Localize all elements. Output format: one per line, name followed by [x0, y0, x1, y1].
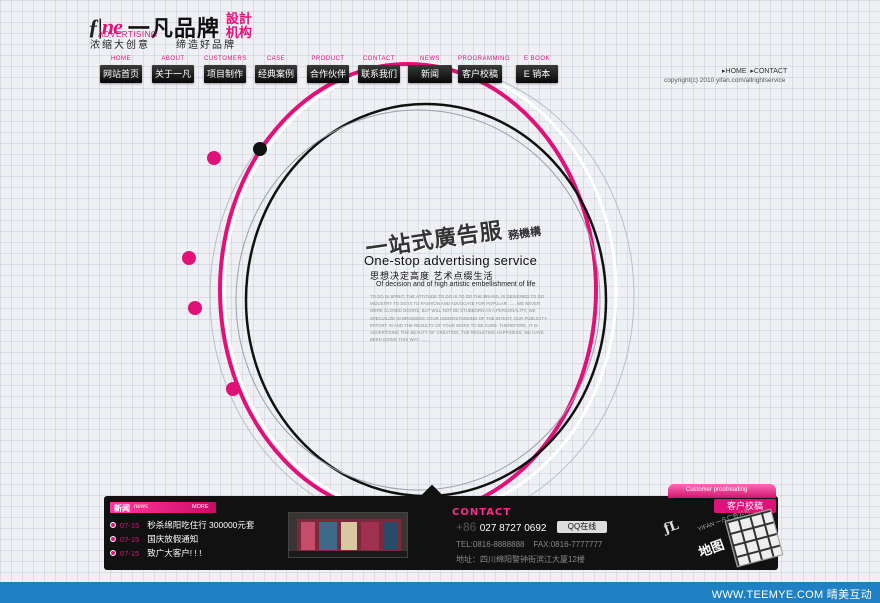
news-list: 07-15 秒杀绵阳吃住行 300000元套 07-15 国庆放假通知 07-15 致…	[110, 518, 254, 560]
pink-dot-2	[182, 251, 196, 265]
nav-item-contact[interactable]: CONTACT 联系我们	[358, 56, 400, 83]
nav-item-about[interactable]: ABOUT 关于一凡	[152, 56, 194, 83]
bullet-icon	[110, 550, 116, 556]
hero-english: One-stop advertising service	[364, 253, 538, 268]
bullet-icon	[110, 522, 116, 528]
footer-bar: WWW.TEEMYE.COM 晴美互动	[0, 582, 880, 603]
nav-news-button[interactable]: 新闻	[408, 65, 452, 83]
contact-title: CONTACT	[452, 507, 512, 518]
stage: ƒ|ne 一凡品牌 設計机构 ADVERTISING 浓缩大创意 缔造好品牌 H…	[0, 0, 880, 582]
nav-en-label: E BOOK	[523, 56, 550, 62]
slogan-b: 缔造好品牌	[176, 40, 236, 51]
news-title: 新闻	[114, 504, 130, 513]
news-item[interactable]: 07-15 秒杀绵阳吃住行 300000元套	[110, 518, 254, 532]
nav-product-button[interactable]: 合作伙伴	[307, 65, 349, 83]
copyright: copyright(c) 2010 yifan.com/allrightserv…	[664, 77, 786, 84]
phone-number: 027 8727 0692	[479, 523, 547, 534]
nav-en-label: CUSTOMERS	[204, 56, 247, 62]
nav-case-button[interactable]: 经典案例	[255, 65, 297, 83]
bullet-icon	[110, 536, 116, 542]
showroom-photo-image	[289, 513, 407, 557]
pink-dot-4	[226, 382, 240, 396]
news-date: 07-15	[120, 534, 140, 544]
white-ring	[222, 62, 618, 518]
country-code: +86	[456, 520, 477, 534]
news-date: 07-15	[120, 548, 140, 558]
news-text: 国庆放假通知	[147, 534, 199, 544]
fax: FAX:0816-7777777	[533, 540, 603, 549]
news-title-en: news	[134, 504, 149, 510]
contact-address: 地址：四川绵阳警钟街滨江大厦12楼	[456, 555, 585, 564]
footer-text: WWW.TEEMYE.COM 晴美互动	[711, 589, 872, 601]
slogan-a: 浓缩大创意	[90, 40, 150, 51]
nav-en-label: CONTACT	[362, 56, 396, 62]
tel: TEL:0816-8888888	[456, 540, 525, 549]
nav-home-button[interactable]: 网站首页	[100, 65, 142, 83]
pink-ring	[218, 62, 598, 518]
news-date: 07-15	[120, 520, 140, 530]
news-item[interactable]: 07-15 国庆放假通知	[110, 532, 254, 546]
news-text: 致广大客户! ! !	[147, 548, 202, 558]
nav-customers-button[interactable]: 项目制作	[204, 65, 246, 83]
nav-en-label: NEWS	[420, 56, 440, 62]
black-dot	[253, 142, 267, 156]
pink-dot-1	[207, 151, 221, 165]
nav-item-news[interactable]: NEWS 新闻	[408, 56, 452, 83]
nav-programming-button[interactable]: 客户校稿	[458, 65, 502, 83]
hero-paragraph: TO DO IS SPIRIT, THE ATTITUDE TO DO IS T…	[370, 294, 548, 343]
top-links: ▸HOME ▸CONTACT	[722, 67, 787, 75]
qq-online-button[interactable]: QQ在线	[557, 521, 607, 533]
customer-proofreading-tab[interactable]: Customer proofreading	[668, 484, 776, 498]
nav-en-label: PROGRAMMING	[458, 56, 511, 62]
news-more-link[interactable]: MORE	[192, 504, 209, 510]
nav-item-programming[interactable]: PROGRAMMING 客户校稿	[458, 56, 511, 83]
hero-english-sub: Of decision and of high artistic embelli…	[376, 281, 536, 288]
news-text: 秒杀绵阳吃住行 300000元套	[147, 520, 255, 530]
top-contact-link[interactable]: CONTACT	[754, 68, 787, 75]
nav-item-customers[interactable]: CUSTOMERS 项目制作	[204, 56, 246, 83]
news-item[interactable]: 07-15 致广大客户! ! !	[110, 546, 254, 560]
nav-ebook-button[interactable]: E 销本	[516, 65, 558, 83]
nav-en-label: HOME	[111, 56, 131, 62]
nav-item-home[interactable]: HOME 网站首页	[100, 56, 142, 83]
top-home-link[interactable]: HOME	[726, 68, 747, 75]
contact-phone: +86 027 8727 0692	[456, 520, 546, 534]
showroom-photo[interactable]	[288, 512, 408, 558]
nav-en-label: ABOUT	[161, 56, 185, 62]
contact-tel-fax: TEL:0816-8888888 FAX:0816-7777777	[456, 540, 602, 549]
nav-en-label: PRODUCT	[311, 56, 345, 62]
pink-dot-3	[188, 301, 202, 315]
nav-item-product[interactable]: PRODUCT 合作伙伴	[307, 56, 349, 83]
nav-item-case[interactable]: CASE 经典案例	[255, 56, 297, 83]
nav-contact-button[interactable]: 联系我们	[358, 65, 400, 83]
nav-item-ebook[interactable]: E BOOK E 销本	[516, 56, 558, 83]
nav-en-label: CASE	[266, 56, 286, 62]
nav-about-button[interactable]: 关于一凡	[152, 65, 194, 83]
